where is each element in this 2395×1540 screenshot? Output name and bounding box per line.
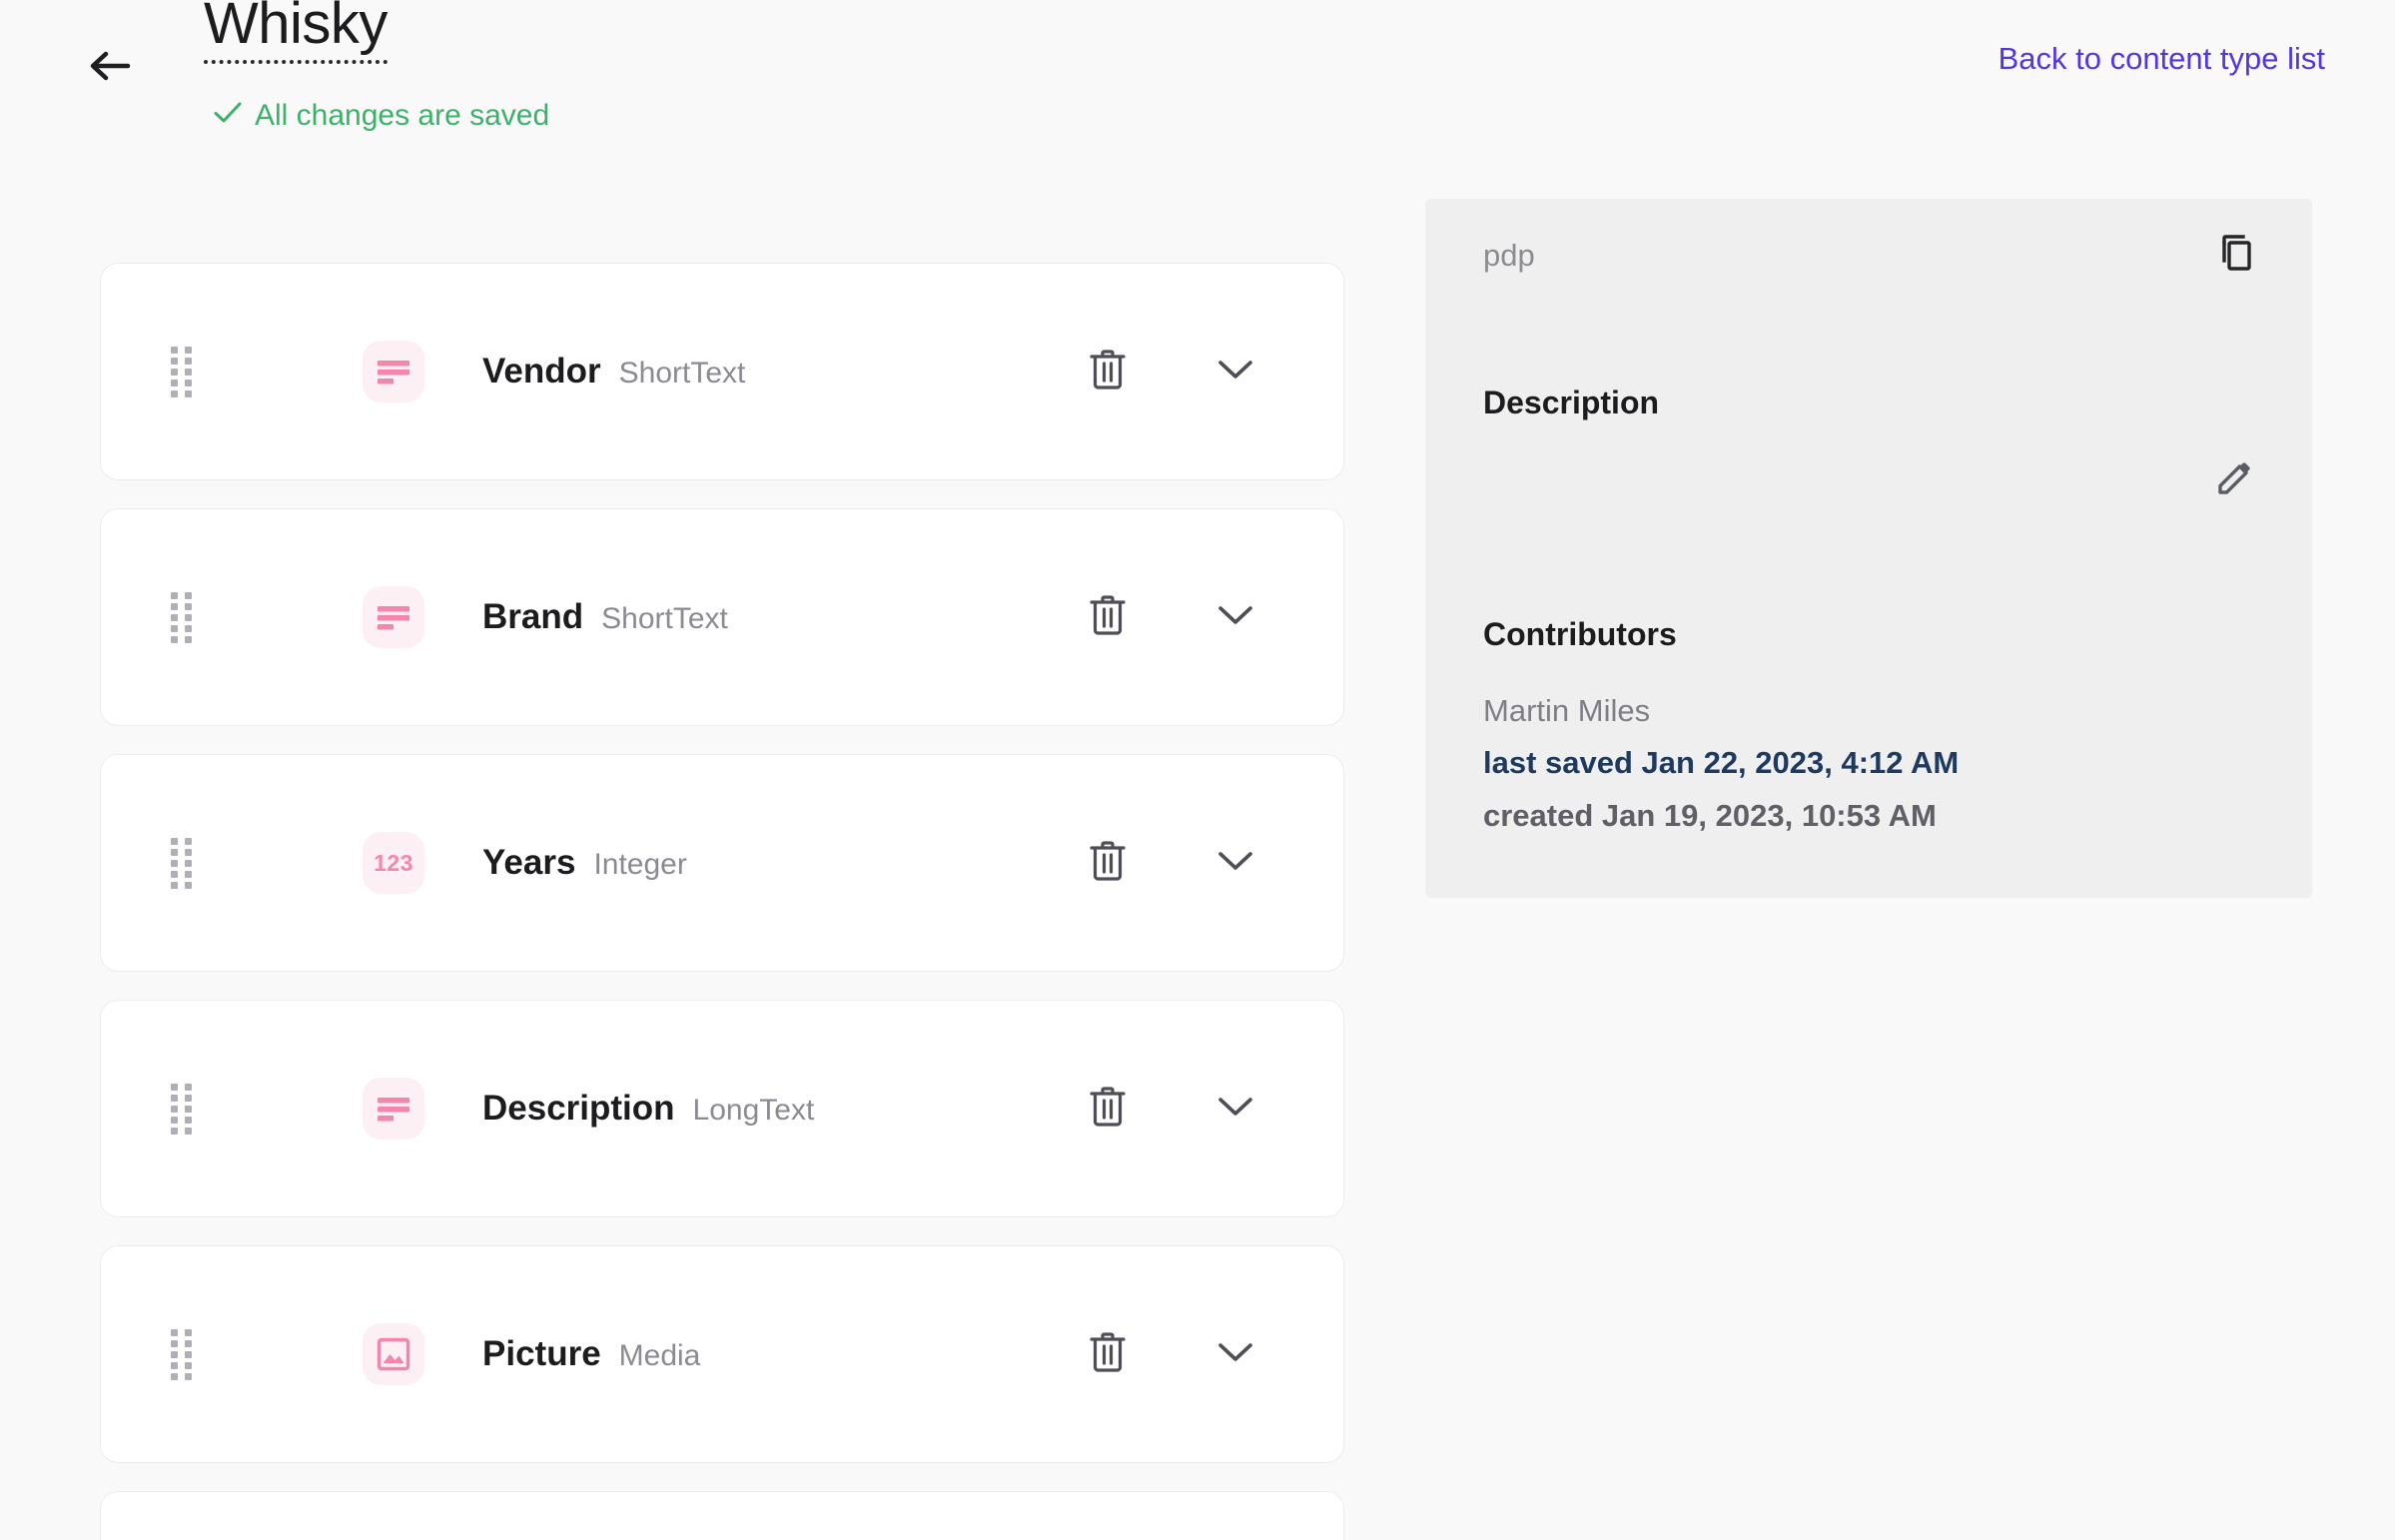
field-card[interactable]: 123 Years Integer [100, 754, 1344, 972]
field-label-group: Picture Media [482, 1333, 700, 1375]
field-card[interactable]: Brand ShortText [100, 508, 1344, 726]
trash-icon [1088, 839, 1128, 888]
trash-icon [1088, 1330, 1128, 1379]
field-type: ShortText [618, 357, 746, 389]
field-label-group: Description LongText [482, 1088, 814, 1130]
drag-handle-icon[interactable] [169, 591, 195, 643]
content-type-editor-page: Whisky All changes are saved Back to con… [0, 0, 2395, 1540]
page-title: Whisky [204, 0, 388, 64]
expand-field-button[interactable] [1190, 817, 1281, 909]
card-actions [1062, 571, 1343, 663]
contributors-heading: Contributors [1483, 616, 1677, 652]
field-name: Description [482, 1089, 675, 1128]
save-status: All changes are saved [213, 100, 549, 132]
field-name: Years [482, 843, 576, 882]
trash-icon [1088, 593, 1128, 642]
trash-icon [1088, 348, 1128, 396]
expand-field-button[interactable] [1190, 326, 1281, 417]
field-name: Brand [482, 597, 584, 636]
check-icon [213, 100, 243, 132]
field-card[interactable]: Vendor ShortText [100, 263, 1344, 480]
content-type-info-panel: pdp Description Contributors Martin Mile… [1425, 199, 2312, 898]
field-type: ShortText [601, 602, 728, 635]
edit-description-button[interactable] [2200, 448, 2266, 514]
field-list: Vendor ShortText Brand ShortText 123 Yea… [100, 263, 1344, 1540]
created-timestamp: created Jan 19, 2023, 10:53 AM [1483, 798, 1937, 833]
back-to-content-type-list-link[interactable]: Back to content type list [1998, 40, 2325, 77]
expand-field-button[interactable] [1190, 571, 1281, 663]
description-heading: Description [1483, 385, 1660, 420]
field-label-group: Brand ShortText [482, 596, 728, 638]
short-text-icon [363, 341, 424, 402]
chevron-down-icon [1215, 1094, 1255, 1125]
long-text-icon [363, 1078, 424, 1140]
field-type: Integer [593, 848, 687, 881]
field-type: Media [618, 1339, 701, 1372]
delete-field-button[interactable] [1062, 817, 1154, 909]
expand-field-button[interactable] [1190, 1308, 1281, 1400]
contributor-name: Martin Miles [1483, 693, 1651, 728]
field-card[interactable]: Video Media [100, 1491, 1344, 1540]
drag-handle-icon[interactable] [169, 1328, 195, 1380]
save-status-label: All changes are saved [255, 99, 550, 132]
content-type-slug: pdp [1483, 238, 1535, 273]
chevron-down-icon [1215, 357, 1255, 387]
delete-field-button[interactable] [1062, 571, 1154, 663]
delete-field-button[interactable] [1062, 326, 1154, 417]
last-saved-timestamp: last saved Jan 22, 2023, 4:12 AM [1483, 745, 1960, 780]
copy-icon [2209, 230, 2257, 283]
field-label-group: Vendor ShortText [482, 351, 745, 392]
delete-field-button[interactable] [1062, 1063, 1154, 1155]
svg-text:123: 123 [374, 850, 413, 876]
chevron-down-icon [1215, 1339, 1255, 1370]
card-actions [1062, 1308, 1343, 1400]
drag-handle-icon[interactable] [169, 346, 195, 397]
drag-handle-icon[interactable] [169, 837, 195, 889]
field-name: Picture [482, 1334, 601, 1373]
trash-icon [1088, 1085, 1128, 1134]
card-actions [1062, 1063, 1343, 1155]
field-card[interactable]: Picture Media [100, 1245, 1344, 1463]
copy-slug-button[interactable] [2200, 223, 2266, 289]
delete-field-button[interactable] [1062, 1308, 1154, 1400]
short-text-icon [363, 586, 424, 648]
arrow-left-icon [78, 36, 142, 96]
field-name: Vendor [482, 352, 601, 390]
title-block: Whisky [204, 0, 388, 64]
chevron-down-icon [1215, 848, 1255, 879]
chevron-down-icon [1215, 602, 1255, 633]
back-arrow-button[interactable] [78, 36, 142, 96]
pencil-icon [2209, 455, 2257, 508]
field-type: LongText [692, 1094, 815, 1127]
field-card[interactable]: Description LongText [100, 1000, 1344, 1217]
drag-handle-icon[interactable] [169, 1083, 195, 1135]
card-actions [1062, 817, 1343, 909]
field-label-group: Years Integer [482, 842, 687, 884]
expand-field-button[interactable] [1190, 1063, 1281, 1155]
media-image-icon [363, 1323, 424, 1385]
integer-123-icon: 123 [363, 832, 424, 894]
card-actions [1062, 326, 1343, 417]
